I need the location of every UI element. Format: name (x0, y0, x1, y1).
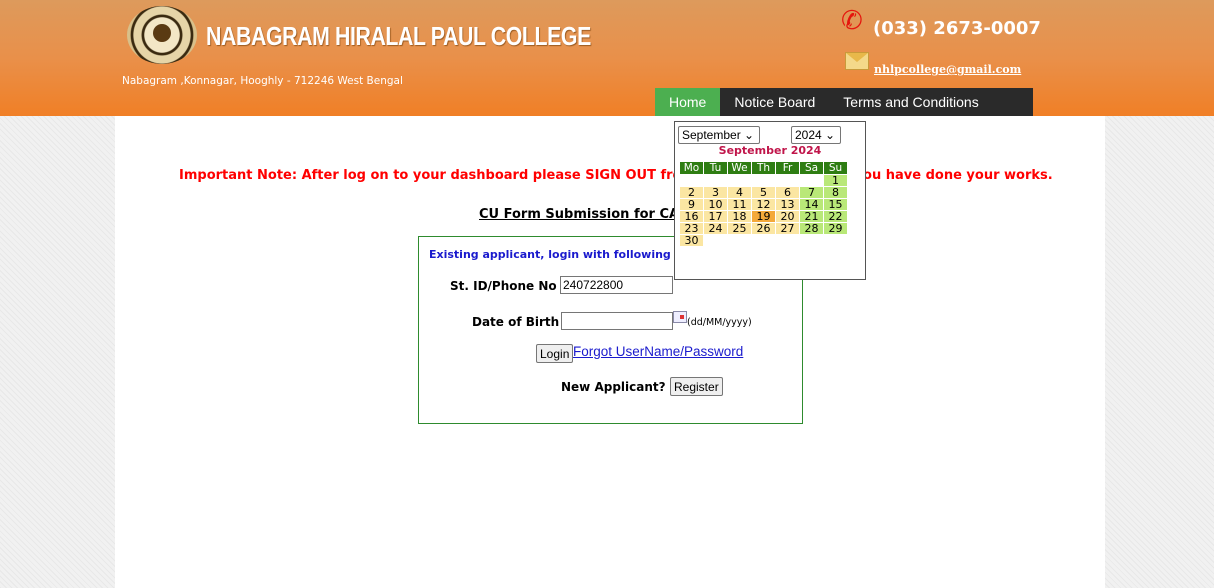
calendar-empty-cell (752, 235, 775, 246)
phone-icon: ✆ (841, 6, 863, 36)
calendar-day[interactable]: 26 (752, 223, 775, 234)
dob-input[interactable] (561, 312, 673, 330)
calendar-week: 2345678 (680, 187, 847, 198)
calendar-day[interactable]: 7 (800, 187, 823, 198)
year-select[interactable]: 2024 ⌄ (791, 126, 841, 144)
calendar-icon[interactable] (673, 311, 687, 323)
calendar-day[interactable]: 25 (728, 223, 751, 234)
weekday-header: Fr (776, 162, 799, 174)
calendar-empty-cell (704, 175, 727, 186)
calendar-empty-cell (728, 235, 751, 246)
calendar-day[interactable]: 15 (824, 199, 847, 210)
forgot-password-link[interactable]: Forgot UserName/Password (573, 344, 743, 359)
logo-emblem (153, 24, 171, 42)
calendar-empty-cell (776, 175, 799, 186)
calendar-day[interactable]: 18 (728, 211, 751, 222)
nav-terms-and-conditions[interactable]: Terms and Conditions (829, 88, 992, 116)
login-button[interactable]: Login (536, 344, 574, 363)
calendar-day[interactable]: 9 (680, 199, 703, 210)
calendar-day[interactable]: 4 (728, 187, 751, 198)
calendar-day[interactable]: 17 (704, 211, 727, 222)
calendar-day[interactable]: 23 (680, 223, 703, 234)
weekday-header: Tu (704, 162, 727, 174)
main-nav: Home Notice Board Terms and Conditions (655, 88, 1033, 116)
dob-label: Date of Birth : (472, 315, 569, 329)
calendar-week: 30 (680, 235, 847, 246)
calendar-day[interactable]: 20 (776, 211, 799, 222)
calendar-day[interactable]: 28 (800, 223, 823, 234)
calendar-title: September 2024 (718, 144, 822, 157)
important-note: Important Note: After log on to your das… (179, 168, 1053, 183)
calendar-day[interactable]: 13 (776, 199, 799, 210)
phone-number: (033) 2673-0007 (873, 18, 1041, 39)
chevron-down-icon: ⌄ (744, 128, 755, 142)
calendar-day[interactable]: 16 (680, 211, 703, 222)
month-select-value: September (682, 128, 741, 142)
mail-icon (845, 52, 869, 70)
calendar-week: 1 (680, 175, 847, 186)
chevron-down-icon: ⌄ (825, 128, 836, 142)
calendar-empty-cell (728, 175, 751, 186)
calendar-day[interactable]: 22 (824, 211, 847, 222)
calendar-day[interactable]: 24 (704, 223, 727, 234)
calendar-day[interactable]: 14 (800, 199, 823, 210)
dob-format-hint: (dd/MM/yyyy) (687, 317, 752, 328)
calendar-week: 16 17 18 19 20 21 22 (680, 211, 847, 222)
calendar-day[interactable]: 6 (776, 187, 799, 198)
email-link[interactable]: nhlpcollege@gmail.com (874, 63, 1021, 76)
calendar-week: 23 24 25 26 27 28 29 (680, 223, 847, 234)
calendar-week: 9 10 11 12 13 14 15 (680, 199, 847, 210)
nav-home[interactable]: Home (655, 88, 721, 116)
new-applicant-label: New Applicant? (561, 380, 666, 394)
weekday-header: Sa (800, 162, 823, 174)
calendar-day[interactable]: 27 (776, 223, 799, 234)
form-title: CU Form Submission for CA (479, 207, 680, 222)
college-address: Nabagram ,Konnagar, Hooghly - 712246 Wes… (122, 75, 403, 87)
weekday-header: Th (752, 162, 775, 174)
weekday-header: We (728, 162, 751, 174)
calendar-day[interactable]: 3 (704, 187, 727, 198)
calendar-empty-cell (824, 235, 847, 246)
college-name: NABAGRAM HIRALAL PAUL COLLEGE (206, 21, 591, 51)
nav-notice-board[interactable]: Notice Board (720, 88, 829, 116)
calendar-day[interactable]: 8 (824, 187, 847, 198)
register-button[interactable]: Register (670, 377, 723, 396)
year-select-value: 2024 (795, 128, 822, 142)
calendar-day[interactable]: 2 (680, 187, 703, 198)
calendar-day[interactable]: 5 (752, 187, 775, 198)
calendar-day[interactable]: 21 (800, 211, 823, 222)
calendar-day[interactable]: 19 (752, 211, 775, 222)
calendar-grid: Mo Tu We Th Fr Sa Su 1 2 3 4 5 6 7 8 9 10 11 12 13 14 15 16 17… (679, 161, 848, 247)
calendar-day[interactable]: 29 (824, 223, 847, 234)
student-id-input[interactable] (560, 276, 673, 294)
weekday-header: Su (824, 162, 847, 174)
calendar-day[interactable]: 1 (824, 175, 847, 186)
calendar-day[interactable]: 11 (728, 199, 751, 210)
calendar-empty-cell (800, 175, 823, 186)
calendar-empty-cell (680, 175, 703, 186)
student-id-label: St. ID/Phone No : (450, 279, 566, 293)
calendar-day[interactable]: 30 (680, 235, 703, 246)
calendar-empty-cell (776, 235, 799, 246)
calendar-empty-cell (800, 235, 823, 246)
calendar-day[interactable]: 12 (752, 199, 775, 210)
site-header: NABAGRAM HIRALAL PAUL COLLEGE Nabagram ,… (0, 0, 1214, 116)
college-logo (127, 6, 197, 64)
calendar-day[interactable]: 10 (704, 199, 727, 210)
month-select[interactable]: September ⌄ (678, 126, 760, 144)
calendar-empty-cell (704, 235, 727, 246)
calendar-empty-cell (752, 175, 775, 186)
weekday-header: Mo (680, 162, 703, 174)
date-picker-popup: September ⌄ 2024 ⌄ September 2024 Mo Tu We… (674, 121, 866, 280)
